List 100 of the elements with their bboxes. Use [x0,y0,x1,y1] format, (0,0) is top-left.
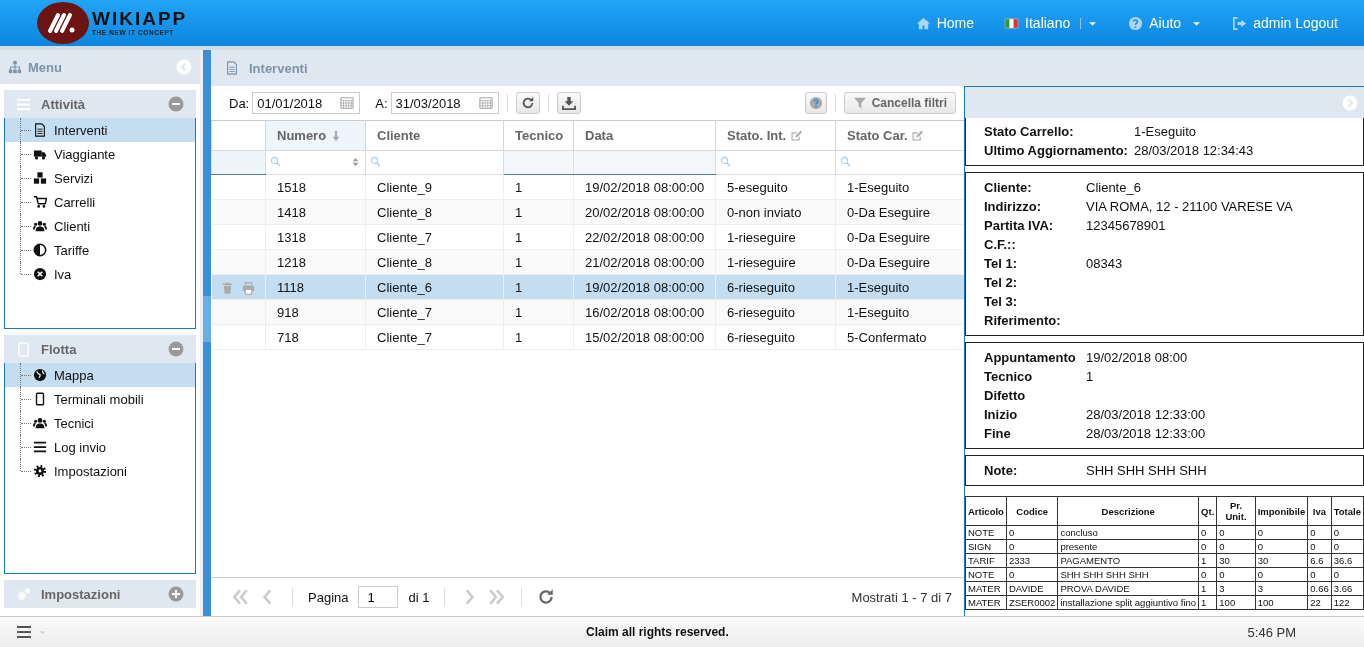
table-cell: MATER [965,595,1007,610]
field-value: 1-Eseguito [1133,123,1198,141]
table-cell: 6-rieseguito [715,299,836,325]
field-value: 19/02/2018 08:00 [1086,349,1189,367]
splitter-handle[interactable] [203,296,211,342]
column-header[interactable]: Stato Car. [835,120,965,151]
menu-item[interactable]: Impostazioni [5,459,195,483]
cubes-icon [33,171,47,185]
column-header[interactable]: Numero [265,120,366,151]
minus-circle-icon[interactable] [168,96,184,112]
table-cell: 0-Da Eseguire [835,224,965,250]
column-header[interactable]: Data [573,120,716,151]
accordion-title: Impostazioni [41,586,121,602]
menu-item[interactable]: Tecnici [5,411,195,435]
table-cell: 1-Eseguito [835,174,965,200]
print-icon[interactable] [241,281,255,295]
filter-field[interactable] [365,150,504,175]
table-cell: 20/02/2018 08:00:00 [573,199,716,225]
table-cell: MATER [965,581,1007,596]
accordion-header[interactable]: Impostazioni [4,580,196,608]
table-cell: ZSER0002 [1006,595,1058,610]
table-cell: PAGAMENTO [1057,553,1199,568]
table-cell: 0 [1255,539,1308,554]
page-count: di 1 [408,589,430,605]
column-header: Articolo [965,496,1007,526]
table-cell: 0 [1307,525,1332,540]
table-cell: 30 [1255,553,1308,568]
table-cell: Cliente_6 [365,274,504,300]
table-cell: Cliente_8 [365,199,504,225]
table-cell: 0 [1198,567,1217,582]
table-cell: 1-Eseguito [835,299,965,325]
download-icon [561,96,576,110]
half-circle-icon [33,243,47,257]
filter-field[interactable] [715,150,836,175]
table-row[interactable]: 1418 Cliente_8 1 20/02/2018 08:00:00 0-non inviato 0-Da Eseguire [211,199,965,225]
users-icon [33,416,47,430]
help-button[interactable] [804,92,827,114]
accordion-header[interactable]: Attività [4,90,196,118]
menu-icon[interactable] [16,624,32,640]
refresh-button[interactable] [515,92,540,114]
table-row[interactable]: 718 Cliente_7 1 15/02/2018 08:00:00 6-rieseguito 5-Confermato [211,324,965,350]
expand-icon[interactable] [1342,94,1358,111]
clear-filters-button[interactable]: Cancella filtri [843,92,956,114]
table-row[interactable]: 1318 Cliente_7 1 22/02/2018 08:00:00 1-rieseguire 0-Da Eseguire [211,224,965,250]
download-button[interactable] [556,92,581,114]
menu-item[interactable]: Carrelli [5,190,195,214]
field-label: A: [375,95,388,111]
table-cell: SHH SHH SHH SHH [1057,567,1199,582]
accordion-header[interactable]: Flotta [4,335,196,363]
table-cell: 6-rieseguito [715,274,836,300]
clock-time: 5:46 PM [1247,624,1296,640]
page-field[interactable]: 1 [358,586,399,608]
calendar-icon[interactable] [339,96,356,110]
menu-item[interactable]: Interventi [5,118,195,142]
last-page-icon[interactable] [488,588,507,606]
menu-item[interactable]: Iva [5,262,195,286]
table-row[interactable]: 1118 Cliente_6 1 19/02/2018 08:00:00 6-rieseguito 1-Eseguito [211,274,965,300]
field-label: Difetto [984,387,1027,405]
refresh-icon[interactable] [537,588,556,606]
column-header[interactable]: Stato. Int. [715,120,836,151]
gears-icon [16,586,31,602]
home-icon [915,15,931,31]
date-field[interactable]: 01/01/2018 [252,92,361,114]
collapse-icon[interactable] [176,59,192,75]
plus-circle-icon[interactable] [168,586,184,602]
filter-field[interactable] [835,150,965,175]
table-row[interactable]: 1218 Cliente_8 1 21/02/2018 08:00:00 1-rieseguire 0-Da Eseguire [211,249,965,275]
column-header[interactable]: Tecnico [503,120,574,151]
calendar-icon[interactable] [477,96,494,110]
splitter-bar[interactable] [203,50,211,616]
menu-item[interactable]: Log invio [5,435,195,459]
filter-field[interactable] [265,150,366,175]
menu-item[interactable]: Tariffe [5,238,195,262]
table-cell: 0 [1331,567,1364,582]
search-icon [370,156,381,167]
table-cell: 1 [503,299,574,325]
table-cell: 1-rieseguire [715,249,836,275]
table-cell: 0 [1307,567,1332,582]
spinner-icon[interactable] [350,156,361,168]
table-cell: 2333 [1006,553,1058,568]
menu-item[interactable]: Clienti [5,214,195,238]
field-value: 08343 [1086,255,1124,273]
table-cell: presente [1057,539,1199,554]
first-page-icon[interactable] [231,588,249,606]
table-row[interactable]: 918 Cliente_7 1 16/02/2018 08:00:00 6-rieseguito 1-Eseguito [211,299,965,325]
menu-item[interactable]: Viaggiante [5,142,195,166]
trash-icon[interactable] [220,281,234,295]
table-row[interactable]: 1518 Cliente_9 1 19/02/2018 08:00:00 5-eseguito 1-Eseguito [211,174,965,200]
search-icon [840,156,851,167]
sidebar-title: Menu [28,59,62,75]
search-icon [720,156,731,167]
menu-item[interactable]: Servizi [5,166,195,190]
filter-field[interactable] [573,150,716,175]
table-cell: 1418 [265,199,366,225]
minus-circle-icon[interactable] [168,341,184,357]
menu-item[interactable]: Terminali mobili [5,387,195,411]
column-header: Totale [1331,496,1364,526]
column-header[interactable]: Cliente [365,120,504,151]
menu-item[interactable]: Mappa [5,363,195,387]
date-field[interactable]: 31/03/2018 [390,92,499,114]
